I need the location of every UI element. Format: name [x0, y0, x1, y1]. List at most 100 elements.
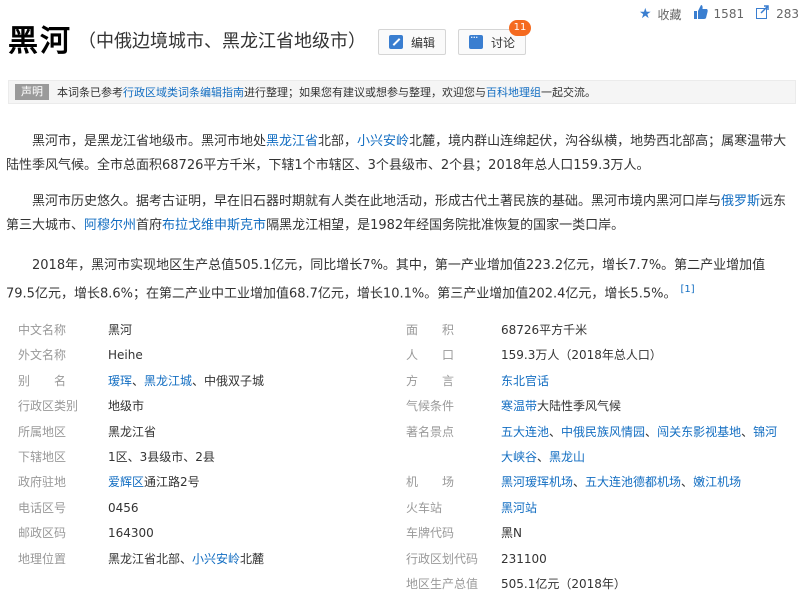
- info-row: 地区生产总值 505.1亿元（2018年）: [396, 572, 794, 597]
- russia-link[interactable]: 俄罗斯: [721, 194, 760, 209]
- info-label: 中文名称: [18, 323, 67, 337]
- info-value-link[interactable]: 黑龙山: [549, 450, 585, 464]
- top-action-bar: ★ 收藏 1581 283: [627, 5, 799, 23]
- info-value: 五大连池、中俄民族风情园、闯关东影视基地、锦河 大峡谷、黑龙山: [501, 420, 794, 471]
- info-column-right: 面 积 68726平方千米人 口 159.3万人（2018年总人口） 方 言 东北官话气…: [396, 318, 794, 597]
- info-row: 车牌代码 黑N: [396, 521, 794, 546]
- notice-text-1: 本词条已参考: [57, 86, 123, 99]
- info-label: 行政区划代码: [406, 551, 479, 566]
- summary-paragraph-1: 黑河市，是黑龙江省地级市。黑河市地处黑龙江省北部，小兴安岭北麓，境内群山连绵起伏…: [6, 130, 792, 178]
- info-value-link[interactable]: 五大连池: [501, 425, 549, 439]
- info-label: 别 名: [18, 373, 67, 388]
- title-row: 黑河 （中俄边境城市、黑龙江省地级市） 编辑 讨论 11: [8, 20, 532, 60]
- info-row: 别 名 瑷珲、黑龙江城、中俄双子城: [8, 369, 388, 394]
- info-value: 159.3万人（2018年总人口）: [501, 343, 794, 368]
- xiaoxinganling-link[interactable]: 小兴安岭: [357, 134, 409, 149]
- info-value-text: 黑龙江省: [108, 424, 157, 439]
- para-text: 黑河市，是黑龙江省地级市。黑河市地处: [32, 134, 267, 149]
- info-label: 人 口: [406, 348, 455, 363]
- info-separator: 、: [549, 424, 562, 439]
- info-value-text: 黑N: [501, 526, 522, 541]
- statement-notice: 声明 本词条已参考 行政区域类词条编辑指南 进行整理；如果您有建议或想参与整理，…: [8, 80, 796, 104]
- blagoveshchensk-link[interactable]: 布拉戈维申斯克市: [162, 218, 266, 233]
- notice-text-3: 一起交流。: [541, 86, 596, 99]
- info-value: 瑷珲、黑龙江城、中俄双子城: [108, 369, 388, 394]
- info-value-link[interactable]: 大峡谷: [501, 450, 537, 464]
- info-value: 地级市: [108, 394, 388, 419]
- info-row: 地理位置 黑龙江省北部、小兴安岭北麓: [8, 547, 388, 572]
- info-value: 164300: [108, 521, 388, 546]
- info-label: 邮政区码: [18, 526, 67, 541]
- info-value-link[interactable]: 黑河站: [501, 501, 537, 515]
- edit-button[interactable]: 编辑: [378, 29, 447, 55]
- para-text: 隔黑龙江相望，是1982年经国务院批准恢复的国家一类口岸。: [266, 218, 625, 233]
- info-label: 行政区类别: [18, 399, 79, 414]
- collect-label: 收藏: [657, 7, 682, 22]
- info-label: 外文名称: [18, 348, 67, 363]
- like-button[interactable]: 1581: [693, 5, 745, 23]
- info-row: 著名景点 五大连池、中俄民族风情园、闯关东影视基地、锦河 大峡谷、黑龙山: [396, 420, 794, 471]
- info-value-text: Heihe: [108, 348, 143, 363]
- info-value-link[interactable]: 爱辉区: [108, 475, 144, 489]
- summary-paragraph-3: 2018年，黑河市实现地区生产总值505.1亿元，同比增长7%。其中，第一产业增…: [6, 254, 792, 306]
- info-label: 著名景点: [406, 424, 455, 439]
- discuss-button[interactable]: 讨论 11: [458, 20, 532, 55]
- info-value-link[interactable]: 嫩江机场: [693, 475, 741, 489]
- info-value: 68726平方千米: [501, 318, 794, 343]
- like-count: 1581: [713, 7, 745, 21]
- share-button[interactable]: 283: [756, 5, 799, 23]
- share-count: 283: [776, 7, 799, 21]
- info-separator: 、: [645, 424, 658, 439]
- statement-tag: 声明: [15, 84, 49, 100]
- info-column-left: 中文名称 黑河外文名称 Heihe 别 名 瑷珲、黑龙江城、中俄双子城行政区类别 地级市所…: [8, 318, 388, 572]
- info-row: 面 积 68726平方千米: [396, 318, 794, 343]
- info-label: 火车站: [406, 500, 443, 515]
- info-value-text: 、中俄双子城: [192, 373, 265, 388]
- info-value-link[interactable]: 黑龙江城: [144, 374, 192, 388]
- info-value-link[interactable]: 中俄民族风情园: [561, 425, 645, 439]
- info-value-link[interactable]: 闯关东影视基地: [657, 425, 741, 439]
- info-value-text: 159.3万人（2018年总人口）: [501, 348, 662, 363]
- info-label: 面 积: [406, 323, 455, 337]
- info-label: 方 言: [406, 373, 455, 388]
- info-row: 中文名称 黑河: [8, 318, 388, 343]
- info-label: 机 场: [406, 475, 455, 490]
- info-label: 电话区号: [18, 500, 67, 515]
- info-value-text: 黑河: [108, 323, 133, 337]
- info-value-text: 黑龙江省北部、: [108, 551, 193, 566]
- editing-guide-link[interactable]: 行政区域类词条编辑指南: [123, 84, 244, 100]
- info-value: 寒温带大陆性季风气候: [501, 394, 794, 419]
- notice-text-2: 进行整理；如果您有建议或想参与整理，欢迎您与: [244, 86, 486, 99]
- info-value-link[interactable]: 寒温带: [501, 399, 537, 413]
- info-value: 黑N: [501, 521, 794, 546]
- info-separator: 、: [741, 424, 754, 439]
- info-row: 行政区划代码 231100: [396, 547, 794, 572]
- info-value: 505.1亿元（2018年）: [501, 572, 794, 597]
- info-value: 黑龙江省北部、小兴安岭北麓: [108, 547, 388, 572]
- info-row: 行政区类别 地级市: [8, 394, 388, 419]
- collect-button[interactable]: ★ 收藏: [639, 6, 682, 23]
- info-value-text: 北麓: [240, 551, 265, 566]
- edit-label: 编辑: [411, 35, 436, 50]
- info-value-text: 164300: [108, 526, 154, 541]
- reference-link[interactable]: [1]: [680, 284, 694, 295]
- page-subtitle: （中俄边境城市、黑龙江省地级市）: [78, 31, 366, 52]
- info-value-link[interactable]: 锦河: [753, 425, 777, 439]
- info-value-link[interactable]: 五大连池德都机场: [585, 475, 681, 489]
- info-value: 黑河站: [501, 496, 794, 521]
- info-row: 邮政区码 164300: [8, 521, 388, 546]
- info-value-link[interactable]: 东北官话: [501, 374, 549, 388]
- info-separator: 、: [132, 373, 145, 388]
- info-value-text: 68726平方千米: [501, 323, 588, 337]
- info-row: 机 场黑河瑷珲机场、五大连池德都机场、嫩江机场: [396, 470, 794, 495]
- amur-oblast-link[interactable]: 阿穆尔州: [84, 218, 136, 233]
- info-label: 下辖地区: [18, 450, 67, 465]
- heilongjiang-link[interactable]: 黑龙江省: [266, 134, 318, 149]
- geography-group-link[interactable]: 百科地理组: [486, 84, 541, 100]
- info-value-link[interactable]: 黑河瑷珲机场: [501, 475, 573, 489]
- discuss-count-badge: 11: [509, 20, 532, 36]
- info-value-text: 地级市: [108, 399, 145, 414]
- info-row: 所属地区 黑龙江省: [8, 420, 388, 445]
- info-value-link[interactable]: 小兴安岭: [192, 552, 240, 566]
- info-value-link[interactable]: 瑷珲: [108, 374, 132, 388]
